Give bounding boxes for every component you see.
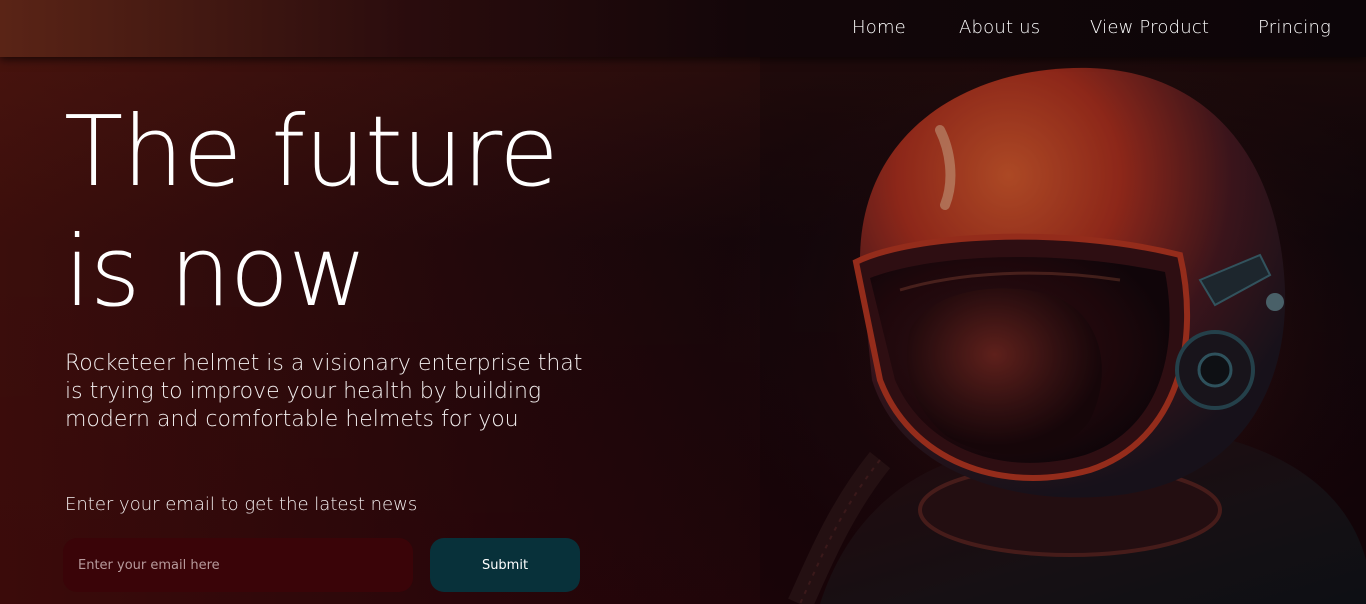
nav-about-link[interactable]: About us xyxy=(959,17,1040,38)
hero-title: The future is now xyxy=(64,92,559,332)
page: Home About us View Product Princing The … xyxy=(0,0,1366,604)
nav-home-link[interactable]: Home xyxy=(852,17,906,38)
submit-button[interactable]: Submit xyxy=(430,538,580,592)
astronaut-helmet-image xyxy=(760,40,1366,604)
hero-title-line-1: The future xyxy=(64,95,559,208)
hero-description: Rocketeer helmet is a visionary enterpri… xyxy=(65,351,583,432)
nav-pricing-link[interactable]: Princing xyxy=(1258,17,1331,38)
newsletter-label: Enter your email to get the latest news xyxy=(65,494,418,515)
hero-title-line-2: is now xyxy=(64,215,367,328)
nav-view-product-link[interactable]: View Product xyxy=(1090,17,1209,38)
top-navbar: Home About us View Product Princing xyxy=(0,0,1366,57)
email-input[interactable] xyxy=(63,538,413,592)
